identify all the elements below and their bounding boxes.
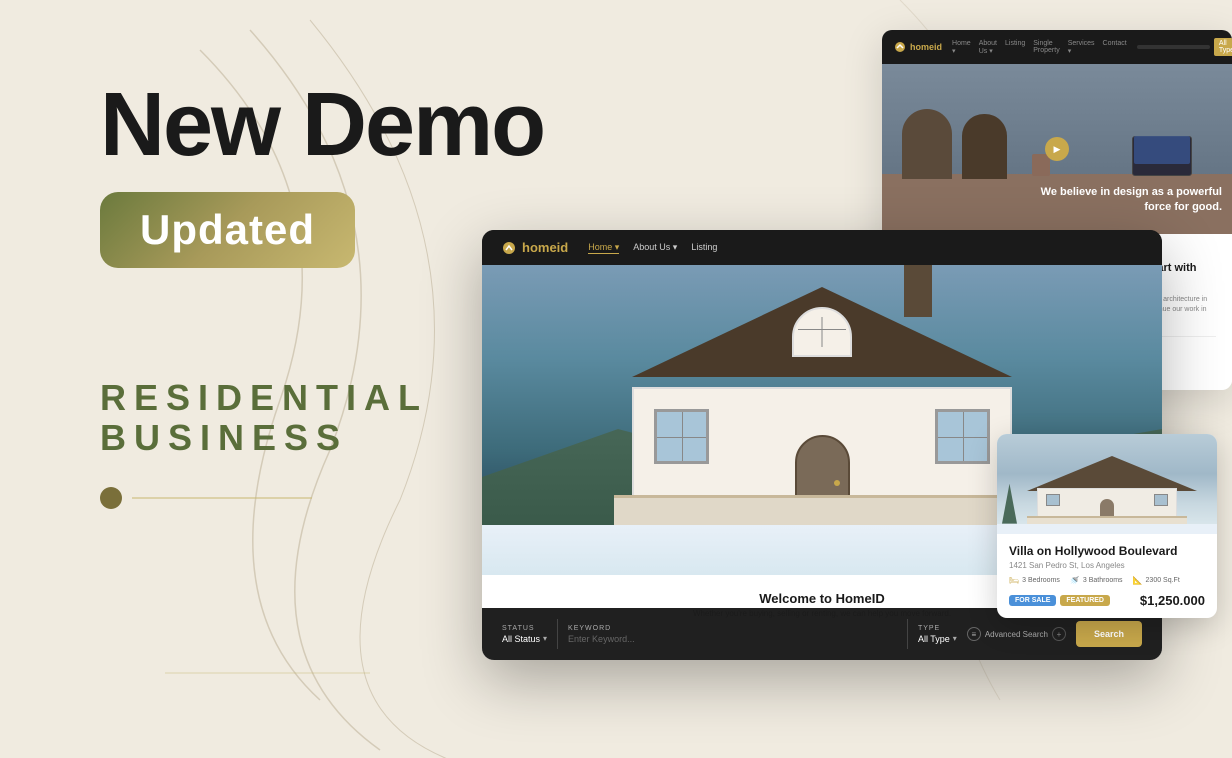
type-label: TYPE xyxy=(918,625,957,632)
property-features: 🛏 3 Bedrooms 🚿 3 Bathrooms 📐 2300 Sq.Ft xyxy=(1009,576,1205,585)
status-dropdown[interactable]: All Status ▾ xyxy=(502,634,547,644)
featured-badge: FEATURED xyxy=(1060,595,1110,606)
screenshot-nav: Home ▾ About Us ▾ Listing xyxy=(588,242,717,254)
screenshot-header: homeid Home ▾ About Us ▾ Listing xyxy=(482,230,1162,265)
top-shot-logo: homeid xyxy=(894,41,942,53)
status-chevron: ▾ xyxy=(543,634,547,643)
type-chevron: ▾ xyxy=(953,634,957,643)
divider-1 xyxy=(557,619,558,649)
line-decoration xyxy=(132,497,312,499)
tree-left xyxy=(1002,484,1017,524)
bath-icon: 🚿 xyxy=(1070,576,1080,585)
bedroom-feature: 🛏 3 Bedrooms xyxy=(1009,576,1060,585)
right-screenshots-area: homeid Home ▾ About Us ▾ Listing Single … xyxy=(482,0,1232,758)
category-line-1: RESIDENTIAL xyxy=(100,378,544,418)
sqft-feature: 📐 2300 Sq.Ft xyxy=(1133,576,1180,585)
keyword-label: KEYWORD xyxy=(568,625,897,632)
status-label: STATUS xyxy=(502,625,547,632)
roof xyxy=(632,287,1012,387)
search-button[interactable]: Search xyxy=(1076,621,1142,647)
updated-badge: Updated xyxy=(100,192,355,268)
popup-roof xyxy=(1027,456,1197,491)
house-structure xyxy=(632,287,1012,527)
house-body xyxy=(632,387,1012,527)
window-right xyxy=(935,409,990,464)
plus-icon: + xyxy=(1052,627,1066,641)
top-shot-nav: Home ▾ About Us ▾ Listing Single Propert… xyxy=(952,40,1127,55)
play-button[interactable]: ▶ xyxy=(1045,137,1069,161)
top-shot-header: homeid Home ▾ About Us ▾ Listing Single … xyxy=(882,30,1232,64)
chimney xyxy=(904,265,932,317)
sale-badge: FOR SALE xyxy=(1009,595,1056,606)
top-shot-search: All Types xyxy=(1137,38,1232,56)
type-value: All Type xyxy=(918,634,950,644)
page-title: New Demo xyxy=(100,80,544,170)
property-house-image xyxy=(997,434,1217,534)
bed-icon: 🛏 xyxy=(1009,576,1019,585)
sqft-icon: 📐 xyxy=(1133,576,1143,585)
top-shot-hero-image: ▶ We believe in design as a powerfulforc… xyxy=(882,64,1232,234)
window-left xyxy=(654,409,709,464)
popup-window-r xyxy=(1154,494,1168,506)
property-price: $1,250.000 xyxy=(1140,593,1205,608)
type-dropdown[interactable]: All Type ▾ xyxy=(918,634,957,644)
property-image xyxy=(997,434,1217,534)
hero-tagline: We believe in design as a powerfulforce … xyxy=(1041,185,1222,214)
keyword-placeholder[interactable]: Enter Keyword... xyxy=(568,634,897,644)
category-line-2: BUSINESS xyxy=(100,418,544,458)
left-content-area: New Demo Updated RESIDENTIAL BUSINESS xyxy=(100,80,544,509)
property-popup: Villa on Hollywood Boulevard 1421 San Pe… xyxy=(997,434,1217,618)
badges-left: FOR SALE FEATURED xyxy=(1009,595,1110,606)
dot-icon xyxy=(100,487,122,509)
divider-2 xyxy=(907,619,908,649)
type-group: TYPE All Type ▾ xyxy=(918,625,957,644)
settings-icon: ≡ xyxy=(967,627,981,641)
popup-window-l xyxy=(1046,494,1060,506)
property-address: 1421 San Pedro St, Los Angeles xyxy=(1009,561,1205,570)
popup-snow xyxy=(997,524,1217,534)
property-badges-row: FOR SALE FEATURED $1,250.000 xyxy=(1009,593,1205,608)
status-value: All Status xyxy=(502,634,540,644)
bathroom-feature: 🚿 3 Bathrooms xyxy=(1070,576,1123,585)
hero-text-overlay: We believe in design as a powerfulforce … xyxy=(1041,185,1222,214)
status-group: STATUS All Status ▾ xyxy=(502,625,547,644)
category-text: RESIDENTIAL BUSINESS xyxy=(100,378,544,457)
dot-line-decoration xyxy=(100,487,544,509)
porch xyxy=(614,495,1030,525)
advanced-search-btn[interactable]: ≡ Advanced Search + xyxy=(967,627,1066,641)
property-info: Villa on Hollywood Boulevard 1421 San Pe… xyxy=(997,534,1217,618)
property-name: Villa on Hollywood Boulevard xyxy=(1009,544,1205,558)
keyword-group: KEYWORD Enter Keyword... xyxy=(568,625,897,644)
